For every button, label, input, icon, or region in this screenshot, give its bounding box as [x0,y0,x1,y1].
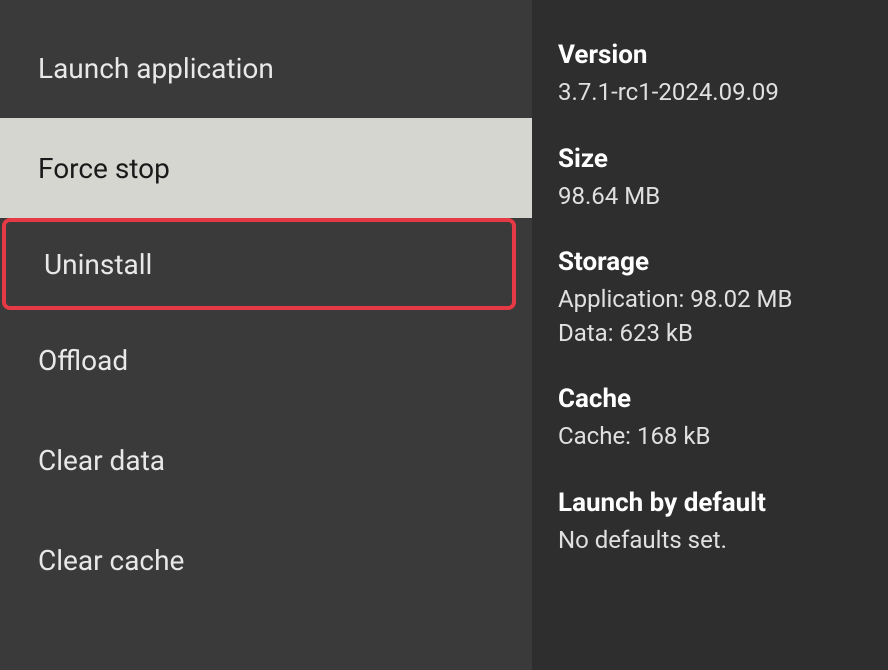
cache-label: Cache [558,384,862,414]
info-block-version: Version 3.7.1-rc1-2024.09.09 [558,40,862,110]
info-block-launch-default: Launch by default No defaults set. [558,488,862,558]
menu-item-launch-application[interactable]: Launch application [0,18,532,118]
app-actions-menu: Launch application Force stop Uninstall … [0,0,532,670]
storage-application-value: Application: 98.02 MB [558,283,862,317]
menu-item-clear-data[interactable]: Clear data [0,410,532,510]
version-value: 3.7.1-rc1-2024.09.09 [558,76,862,110]
storage-data-value: Data: 623 kB [558,317,862,351]
menu-item-offload[interactable]: Offload [0,310,532,410]
menu-item-uninstall[interactable]: Uninstall [2,218,516,310]
cache-value: Cache: 168 kB [558,420,862,454]
version-label: Version [558,40,862,70]
size-label: Size [558,144,862,174]
storage-label: Storage [558,247,862,277]
menu-item-label: Uninstall [44,248,152,281]
menu-item-label: Clear data [38,444,165,477]
info-block-cache: Cache Cache: 168 kB [558,384,862,454]
menu-item-label: Launch application [38,52,274,85]
app-info-panel: Version 3.7.1-rc1-2024.09.09 Size 98.64 … [532,0,888,670]
menu-item-clear-cache[interactable]: Clear cache [0,510,532,610]
info-block-storage: Storage Application: 98.02 MB Data: 623 … [558,247,862,350]
launch-default-label: Launch by default [558,488,862,518]
menu-item-label: Clear cache [38,544,184,577]
launch-default-value: No defaults set. [558,524,862,558]
menu-item-label: Force stop [38,152,170,185]
size-value: 98.64 MB [558,180,862,214]
menu-item-force-stop[interactable]: Force stop [0,118,532,218]
info-block-size: Size 98.64 MB [558,144,862,214]
menu-item-label: Offload [38,344,128,377]
